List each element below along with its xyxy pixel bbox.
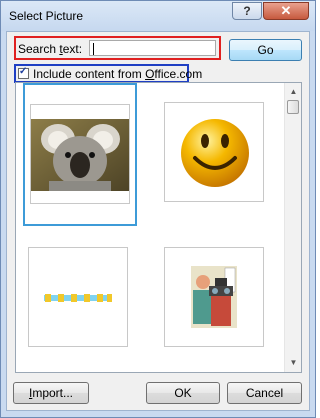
search-input[interactable] <box>89 40 216 56</box>
results-scrollbar[interactable]: ▲ ▼ <box>284 83 301 372</box>
cancel-button[interactable]: Cancel <box>227 382 302 404</box>
window-title: Select Picture <box>9 9 84 23</box>
help-button[interactable]: ? <box>232 2 262 20</box>
include-office-checkbox[interactable]: ✓ <box>18 66 29 79</box>
include-office-label[interactable]: Include content from Office.com <box>33 67 202 81</box>
ok-label: OK <box>174 386 192 400</box>
title-bar[interactable]: Select Picture ? ✕ <box>1 1 315 31</box>
import-label: mport... <box>32 386 74 400</box>
eye-exam-image <box>164 247 264 347</box>
clipart-results-list[interactable]: ▲ ▼ <box>15 82 302 373</box>
scroll-thumb[interactable] <box>287 100 299 114</box>
close-button[interactable]: ✕ <box>263 2 309 20</box>
result-item-koala[interactable] <box>23 83 137 226</box>
search-label: Search text: <box>18 42 83 56</box>
result-item-smiley-face[interactable] <box>159 83 273 226</box>
close-icon: ✕ <box>280 3 292 18</box>
select-picture-dialog: Select Picture ? ✕ Search text: Go ✓ Inc… <box>0 0 316 418</box>
help-icon: ? <box>243 4 251 18</box>
ok-button[interactable]: OK <box>146 382 220 404</box>
cancel-label: Cancel <box>245 386 284 400</box>
smiley-face-image <box>164 102 264 202</box>
go-label: Go <box>257 43 274 57</box>
result-item-eye-exam[interactable] <box>159 228 273 371</box>
result-item-dotted-border[interactable] <box>23 228 137 371</box>
include-office-highlight-box: ✓ Include content from Office.com <box>14 64 202 83</box>
checkmark-icon: ✓ <box>19 66 28 77</box>
koala-image <box>30 104 130 204</box>
search-highlight-box: Search text: <box>14 36 221 60</box>
dialog-body: Search text: Go ✓ Include content from O… <box>6 31 310 411</box>
go-button[interactable]: Go <box>229 39 302 61</box>
text-caret <box>93 43 94 55</box>
import-button[interactable]: Import... <box>13 382 89 404</box>
dotted-border-image <box>28 247 128 347</box>
scroll-down-icon[interactable]: ▼ <box>286 355 301 370</box>
scroll-up-icon[interactable]: ▲ <box>286 84 301 99</box>
